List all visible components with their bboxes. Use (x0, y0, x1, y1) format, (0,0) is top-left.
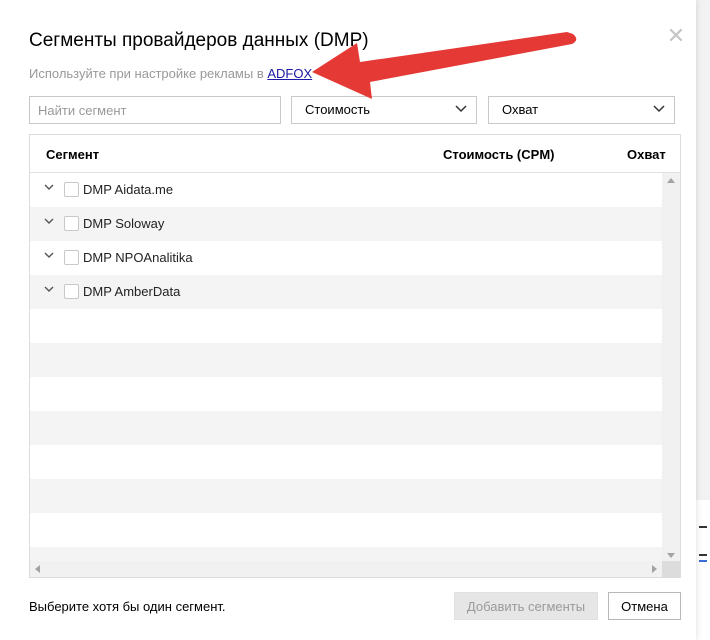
column-header-segment[interactable]: Сегмент (46, 147, 99, 162)
scroll-up-arrow-icon[interactable] (667, 178, 675, 183)
close-icon[interactable]: ✕ (666, 26, 686, 48)
background-page-edge (696, 500, 710, 640)
segment-label: DMP Aidata.me (83, 182, 174, 197)
cost-select[interactable]: Стоимость (291, 96, 477, 124)
segments-table: Сегмент Стоимость (CPM) Охват DMP Aidata… (29, 134, 681, 578)
empty-row (30, 513, 662, 547)
scroll-left-arrow-icon[interactable] (35, 565, 40, 573)
horizontal-scrollbar[interactable] (30, 561, 662, 577)
validation-message: Выберите хотя бы один сегмент. (29, 599, 226, 614)
dialog-title: Сегменты провайдеров данных (DMP) (29, 30, 369, 51)
reach-select-value: Охват (502, 102, 539, 117)
dialog-subtitle: Используйте при настройке рекламы в ADFO… (29, 66, 312, 81)
column-header-reach[interactable]: Охват (627, 147, 666, 162)
table-body: DMP Aidata.me DMP Soloway DMP NPOAnaliti… (30, 173, 662, 577)
vertical-scrollbar[interactable] (662, 173, 680, 563)
subtitle-text: Используйте при настройке рекламы в (29, 66, 264, 81)
expand-chevron-icon[interactable] (44, 218, 54, 225)
segment-checkbox[interactable] (64, 216, 79, 231)
table-row: DMP NPOAnalitika (30, 241, 662, 275)
column-header-cost[interactable]: Стоимость (CPM) (443, 147, 554, 162)
scroll-right-arrow-icon[interactable] (652, 565, 657, 573)
table-header: Сегмент Стоимость (CPM) Охват (30, 135, 680, 173)
segment-checkbox[interactable] (64, 250, 79, 265)
chevron-down-icon (653, 105, 665, 113)
cost-select-value: Стоимость (305, 102, 371, 117)
background-link-fragment (699, 560, 707, 562)
cancel-button[interactable]: Отмена (608, 592, 681, 620)
segment-checkbox[interactable] (64, 284, 79, 299)
expand-chevron-icon[interactable] (44, 286, 54, 293)
empty-row (30, 445, 662, 479)
adfox-link[interactable]: ADFOX (267, 66, 312, 81)
segment-checkbox[interactable] (64, 182, 79, 197)
table-row: DMP Aidata.me (30, 173, 662, 207)
segment-label: DMP NPOAnalitika (83, 250, 193, 265)
segment-label: DMP AmberData (83, 284, 181, 299)
table-row: DMP Soloway (30, 207, 662, 241)
table-row: DMP AmberData (30, 275, 662, 309)
expand-chevron-icon[interactable] (44, 252, 54, 259)
empty-row (30, 309, 662, 343)
expand-chevron-icon[interactable] (44, 184, 54, 191)
segment-label: DMP Soloway (83, 216, 165, 231)
chevron-down-icon (455, 105, 467, 113)
empty-row (30, 343, 662, 377)
add-segments-button[interactable]: Добавить сегменты (454, 592, 598, 620)
scroll-down-arrow-icon[interactable] (667, 553, 675, 558)
empty-row (30, 479, 662, 513)
dmp-segments-dialog: Сегменты провайдеров данных (DMP) ✕ Испо… (0, 0, 696, 640)
background-text-fragment (699, 554, 707, 556)
scrollbar-corner (662, 561, 680, 577)
segment-search-input[interactable] (29, 96, 281, 124)
empty-row (30, 377, 662, 411)
empty-row (30, 411, 662, 445)
background-text-fragment (699, 526, 707, 528)
reach-select[interactable]: Охват (488, 96, 675, 124)
